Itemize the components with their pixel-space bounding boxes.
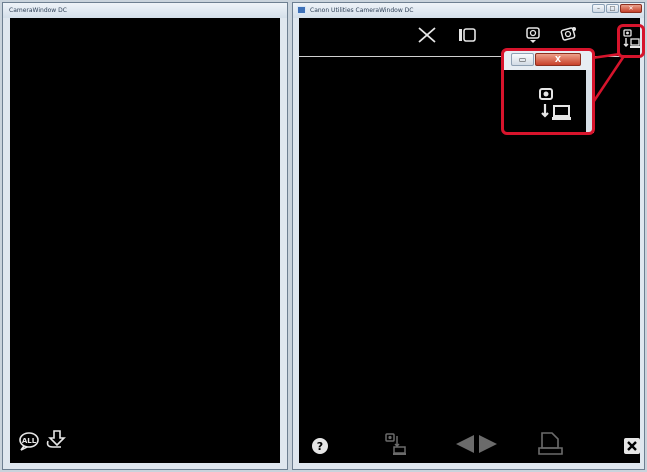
highlight-popup (501, 48, 595, 135)
